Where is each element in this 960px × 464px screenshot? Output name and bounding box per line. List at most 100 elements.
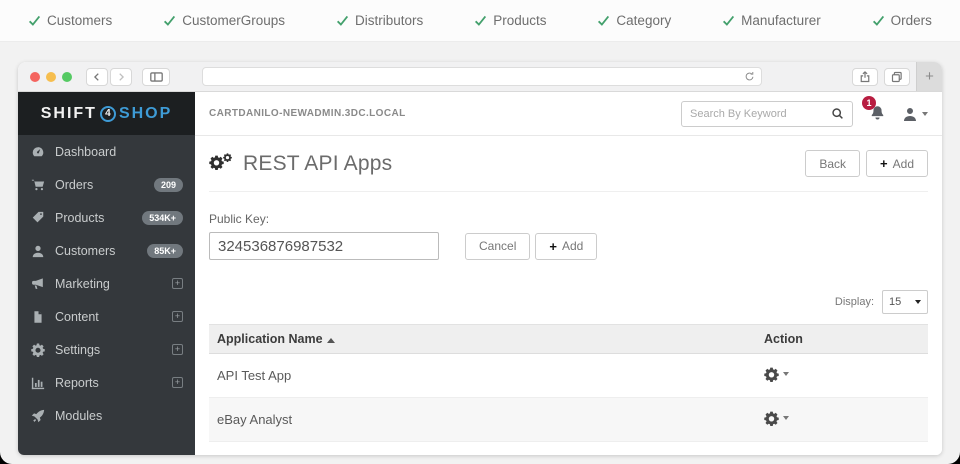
forward-nav-button[interactable] [110,68,132,86]
customers-count-badge: 85K+ [147,244,183,258]
products-count-badge: 534K+ [142,211,183,225]
display-count-select[interactable]: 15 [882,290,928,314]
sidebar-item-marketing[interactable]: Marketing [18,267,195,300]
status-item-distributors: Distributors [336,13,423,28]
new-tab-button[interactable]: + [916,62,942,91]
status-item-label: Distributors [355,13,423,28]
check-icon [474,14,487,27]
sidebar-item-label: Products [55,211,104,225]
status-item-label: Orders [891,13,932,28]
gear-icon [764,367,779,382]
browser-toolbar-right: + [852,62,942,91]
status-item-category: Category [597,13,671,28]
sidebar-item-products[interactable]: Products 534K+ [18,201,195,234]
sidebar-item-label: Dashboard [55,145,116,159]
status-item-label: Manufacturer [741,13,821,28]
minimize-window-button[interactable] [46,72,56,82]
display-count-value: 15 [889,296,901,308]
page-content: REST API Apps Back Add Public Key: [195,136,942,455]
account-menu-button[interactable] [902,106,928,122]
chevron-down-icon [922,112,928,116]
sidebar-nav: Dashboard Orders 209 Products [18,135,195,432]
admin-main: CARTDANILO-NEWADMIN.3DC.LOCAL 1 [195,92,942,455]
tab-overview-button[interactable] [884,68,910,86]
status-item-customergroups: CustomerGroups [163,13,285,28]
cancel-button[interactable]: Cancel [465,233,530,260]
rocket-icon [30,408,45,423]
page-header-buttons: Back Add [805,150,928,177]
display-label: Display: [835,296,874,308]
gear-icon [764,411,779,426]
sidebar-item-label: Customers [55,244,115,258]
chevron-down-icon [783,372,789,376]
reload-icon[interactable] [744,71,755,82]
sidebar-toggle-button[interactable] [142,68,170,86]
status-item-orders: Orders [872,13,932,28]
zoom-window-button[interactable] [62,72,72,82]
row-actions-button[interactable] [764,411,789,426]
tags-icon [30,210,45,225]
sidebar-item-reports[interactable]: Reports [18,366,195,399]
sidebar-item-modules[interactable]: Modules [18,399,195,432]
table-row: eBay Analyst [209,398,928,442]
cart-icon [30,177,45,192]
status-item-manufacturer: Manufacturer [722,13,821,28]
admin-header-actions: 1 [681,101,928,127]
browser-toolbar: + [18,62,942,92]
cogs-icon [209,153,233,175]
sidebar-item-customers[interactable]: Customers 85K+ [18,234,195,267]
person-icon [902,106,918,122]
status-item-label: Customers [47,13,112,28]
check-icon [597,14,610,27]
address-bar[interactable] [202,67,762,86]
orders-count-badge: 209 [154,178,183,192]
sidebar-item-label: Marketing [55,277,110,291]
search-icon[interactable] [831,107,844,120]
form-add-button-label: Add [562,239,583,253]
chevron-right-icon [116,72,126,82]
sidebar-icon [150,72,163,82]
keyword-search [681,101,853,127]
back-button-label: Back [819,157,846,171]
cogs-icon [30,342,45,357]
cancel-button-label: Cancel [479,239,516,253]
admin-app: SHIFT 4 SHOP Dashboard [18,92,942,455]
row-actions-button[interactable] [764,367,789,382]
column-header-application-name[interactable]: Application Name [209,325,756,354]
sidebar-item-dashboard[interactable]: Dashboard [18,135,195,168]
expand-plus-icon[interactable] [172,278,183,289]
status-item-label: Category [616,13,671,28]
status-item-products: Products [474,13,546,28]
form-add-button[interactable]: Add [535,233,597,260]
admin-sidebar: SHIFT 4 SHOP Dashboard [18,92,195,455]
notifications-button[interactable]: 1 [869,103,886,125]
add-app-button[interactable]: Add [866,150,928,177]
column-header-label: Application Name [217,332,323,346]
chevron-down-icon [783,416,789,420]
back-nav-button[interactable] [86,68,108,86]
person-icon [30,243,45,258]
public-key-input[interactable] [209,232,439,260]
chevron-left-icon [92,72,102,82]
share-button[interactable] [852,68,878,86]
sidebar-item-label: Orders [55,178,93,192]
search-input[interactable] [690,108,831,120]
close-window-button[interactable] [30,72,40,82]
expand-plus-icon[interactable] [172,377,183,388]
column-header-action: Action [756,325,928,354]
check-icon [872,14,885,27]
api-apps-table: Application Name Action API Test App [209,324,928,442]
app-name-cell: eBay Analyst [209,398,756,442]
add-button-label: Add [893,157,914,171]
expand-plus-icon[interactable] [172,344,183,355]
sidebar-item-settings[interactable]: Settings [18,333,195,366]
back-button[interactable]: Back [805,150,860,177]
sidebar-item-orders[interactable]: Orders 209 [18,168,195,201]
entity-status-bar: Customers CustomerGroups Distributors Pr… [0,0,960,42]
app-name-cell: API Test App [209,354,756,398]
window-controls[interactable] [30,72,72,82]
expand-plus-icon[interactable] [172,311,183,322]
sidebar-item-content[interactable]: Content [18,300,195,333]
plus-icon [880,156,888,171]
logo-text-shift: SHIFT [41,105,97,123]
